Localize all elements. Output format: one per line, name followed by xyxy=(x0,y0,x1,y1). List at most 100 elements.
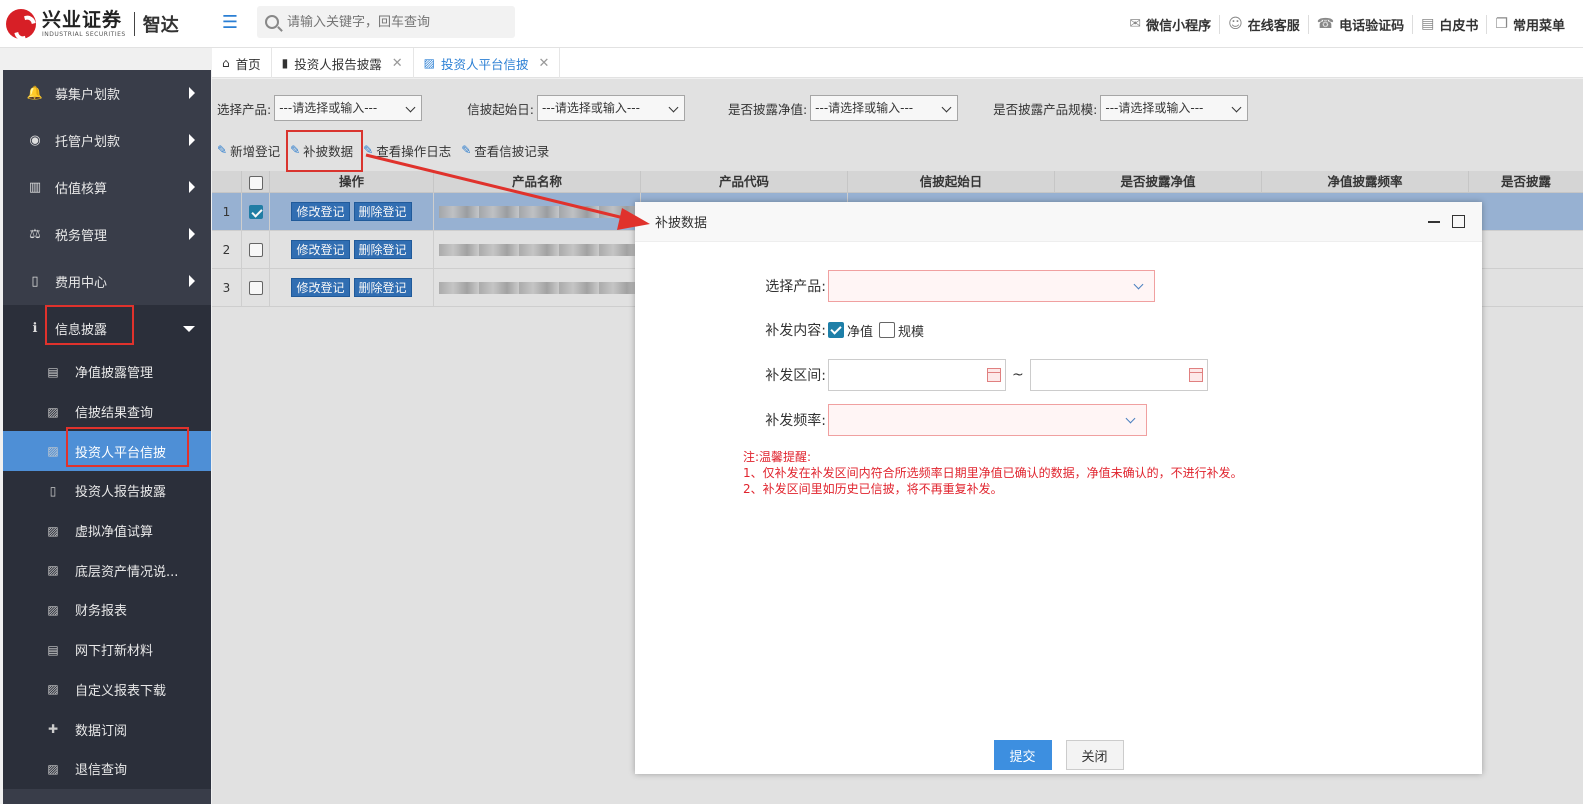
tab-investor-report[interactable]: ▮ 投资人报告披露 ✕ xyxy=(272,48,414,78)
bell-icon: 🔔 xyxy=(26,86,44,101)
image-file-icon: ▨ xyxy=(47,444,59,459)
dialog-title: 补披数据 xyxy=(655,216,708,231)
book-icon: ▤ xyxy=(1421,16,1435,32)
notice-line-1: 1、仅补发在补发区间内符合所选频率日期里净值已确认的数据，净值未确认的，不进行补… xyxy=(743,466,1243,480)
range-end-date-input[interactable] xyxy=(1029,359,1208,391)
sidebar-subitem-return-mail[interactable]: ▨ 退信查询 xyxy=(3,749,211,789)
search-box[interactable] xyxy=(257,6,515,38)
scale-checkbox[interactable] xyxy=(879,322,896,338)
top-link-phone[interactable]: ☎ 电话验证码 xyxy=(1307,14,1412,34)
file-icon: ▮ xyxy=(281,56,289,70)
close-icon[interactable]: ✕ xyxy=(539,56,550,71)
nav-checkbox[interactable] xyxy=(828,322,844,338)
form-row-frequency: 补发频率: xyxy=(743,404,1147,436)
tab-investor-platform[interactable]: ▨ 投资人平台信披 ✕ xyxy=(414,48,561,78)
search-icon xyxy=(265,15,279,29)
sidebar-item-fundraising[interactable]: 🔔 募集户划款 xyxy=(3,70,211,117)
submit-button[interactable]: 提交 xyxy=(993,740,1052,770)
scale-icon: ⚖ xyxy=(29,227,41,242)
sidebar-item-tax[interactable]: ⚖ 税务管理 xyxy=(3,211,211,258)
sidebar-subitem-custom-report[interactable]: ▨ 自定义报表下载 xyxy=(3,670,211,710)
logo-separator xyxy=(133,12,135,36)
top-bar: 兴业证券 INDUSTRIAL SECURITIES 智达 ☰ ✉微信小程序 ☺… xyxy=(0,0,1583,48)
sidebar-subitem-investor-platform[interactable]: ▨ 投资人平台信披 xyxy=(3,431,211,472)
sidebar-item-custody[interactable]: ◉ 托管户划款 xyxy=(3,117,211,164)
image-file-icon: ▨ xyxy=(423,56,436,70)
sidebar-subitem-virtual-nav[interactable]: ▨ 虚拟净值试算 xyxy=(3,511,211,551)
document-icon: ▤ xyxy=(47,364,59,379)
menu-toggle-icon[interactable]: ☰ xyxy=(218,12,242,34)
sidebar-subitem-financial-report[interactable]: ▨ 财务报表 xyxy=(3,590,211,630)
content-label: 补发内容: xyxy=(765,323,826,339)
wechat-icon: ✉ xyxy=(1129,16,1142,32)
target-icon: ◉ xyxy=(29,133,41,148)
sidebar-subitem-nav-disclosure[interactable]: ▤ 净值披露管理 xyxy=(3,352,211,392)
product-name: 智达 xyxy=(142,15,179,36)
close-button[interactable]: 关闭 xyxy=(1065,740,1124,770)
dialog-frequency-select[interactable] xyxy=(828,404,1147,436)
form-row-content: 补发内容: 净值 规模 xyxy=(743,320,930,340)
dialog-buttons: 提交 关闭 xyxy=(635,740,1482,770)
image-file-icon: ▨ xyxy=(47,602,59,617)
bar-chart-icon: ▥ xyxy=(28,180,42,195)
calendar-icon[interactable] xyxy=(1188,368,1203,382)
top-link-wechat[interactable]: ✉ 微信小程序 xyxy=(1121,15,1219,34)
maximize-icon[interactable] xyxy=(1452,215,1465,228)
frequency-label: 补发频率: xyxy=(765,413,826,429)
image-file-icon: ▨ xyxy=(47,404,59,419)
notice-line-2: 2、补发区间里如历史已信披，将不再重复补发。 xyxy=(743,482,1003,496)
logo-name: 兴业证券 xyxy=(42,8,123,31)
range-label: 补发区间: xyxy=(765,368,826,384)
scale-checkbox-option[interactable]: 规模 xyxy=(879,321,924,340)
tab-home[interactable]: ⌂ 首页 xyxy=(212,48,272,78)
tab-bar: ⌂ 首页 ▮ 投资人报告披露 ✕ ▨ 投资人平台信披 ✕ xyxy=(212,48,1583,78)
dialog-header: 补披数据 xyxy=(635,202,1482,242)
chevron-right-icon xyxy=(189,181,195,193)
chevron-right-icon xyxy=(189,87,195,99)
logo-mark-icon xyxy=(6,9,36,39)
chevron-right-icon xyxy=(189,275,195,287)
sidebar-submenu-disclosure: ▤ 净值披露管理 ▨ 信披结果查询 ▨ 投资人平台信披 ▯ 投资人报告披露 ▨ 虚拟净值试… xyxy=(3,352,211,789)
calendar-icon[interactable] xyxy=(987,368,1001,382)
range-separator: ~ xyxy=(1012,367,1024,383)
top-link-common-menu[interactable]: ❐ 常用菜单 xyxy=(1486,14,1573,34)
plus-box-icon: ✚ xyxy=(47,722,59,737)
headset-icon: ☺ xyxy=(1228,16,1243,32)
sidebar: 🔔 募集户划款 ◉ 托管户划款 ▥ 估值核算 ⚖ 税务管理 ▯ 费用中心 ℹ 信息披露 ▤ 净… xyxy=(3,70,211,804)
phone-icon: ☎ xyxy=(1316,16,1335,32)
close-icon[interactable]: ✕ xyxy=(392,56,403,71)
file-icon: ▯ xyxy=(31,274,39,289)
nav-checkbox-option[interactable]: 净值 xyxy=(828,321,873,340)
sidebar-item-fees[interactable]: ▯ 费用中心 xyxy=(3,258,211,305)
image-file-icon: ▨ xyxy=(47,761,59,776)
logo[interactable]: 兴业证券 INDUSTRIAL SECURITIES 智达 xyxy=(6,8,179,40)
chevron-right-icon xyxy=(189,134,195,146)
sidebar-item-disclosure[interactable]: ℹ 信息披露 xyxy=(3,305,211,352)
product-label: 选择产品: xyxy=(765,279,826,295)
notice-title: 注:温馨提醒: xyxy=(743,450,812,464)
home-icon: ⌂ xyxy=(222,56,230,70)
form-row-product: 选择产品: xyxy=(743,270,1155,302)
menu-window-icon: ❐ xyxy=(1495,16,1508,32)
top-links: ✉ 微信小程序 ☺ 在线客服 ☎ 电话验证码 ▤ 白皮书 ❐ 常用菜单 xyxy=(1121,12,1573,36)
sidebar-item-valuation[interactable]: ▥ 估值核算 xyxy=(3,164,211,211)
dialog-product-select[interactable] xyxy=(828,270,1155,302)
chevron-down-icon xyxy=(183,326,195,332)
search-input[interactable] xyxy=(287,14,497,30)
sidebar-subitem-disclosure-result[interactable]: ▨ 信披结果查询 xyxy=(3,392,211,432)
info-icon: ℹ xyxy=(32,321,38,336)
image-file-icon: ▨ xyxy=(47,523,59,538)
range-start-date-input[interactable] xyxy=(828,359,1006,391)
sidebar-subitem-data-subscription[interactable]: ✚ 数据订阅 xyxy=(3,709,211,749)
chevron-right-icon xyxy=(189,228,195,240)
sidebar-subitem-underlying-assets[interactable]: ▨ 底层资产情况说... xyxy=(3,550,211,590)
sidebar-subitem-investor-report[interactable]: ▯ 投资人报告披露 xyxy=(3,471,211,511)
image-file-icon: ▨ xyxy=(47,563,59,578)
supplement-data-dialog: 补披数据 选择产品: 补发内容: 净值 规模 补发区间: ~ 补发频率: 注:温… xyxy=(635,202,1482,774)
minimize-icon[interactable] xyxy=(1428,221,1440,223)
sidebar-subitem-ipo-materials[interactable]: ▤ 网下打新材料 xyxy=(3,630,211,670)
top-link-whitepaper[interactable]: ▤ 白皮书 xyxy=(1412,14,1486,34)
top-link-service[interactable]: ☺ 在线客服 xyxy=(1219,14,1308,34)
image-file-icon: ▨ xyxy=(47,682,59,697)
warm-reminder: 注:温馨提醒: 1、仅补发在补发区间内符合所选频率日期里净值已确认的数据，净值未… xyxy=(743,449,1243,497)
